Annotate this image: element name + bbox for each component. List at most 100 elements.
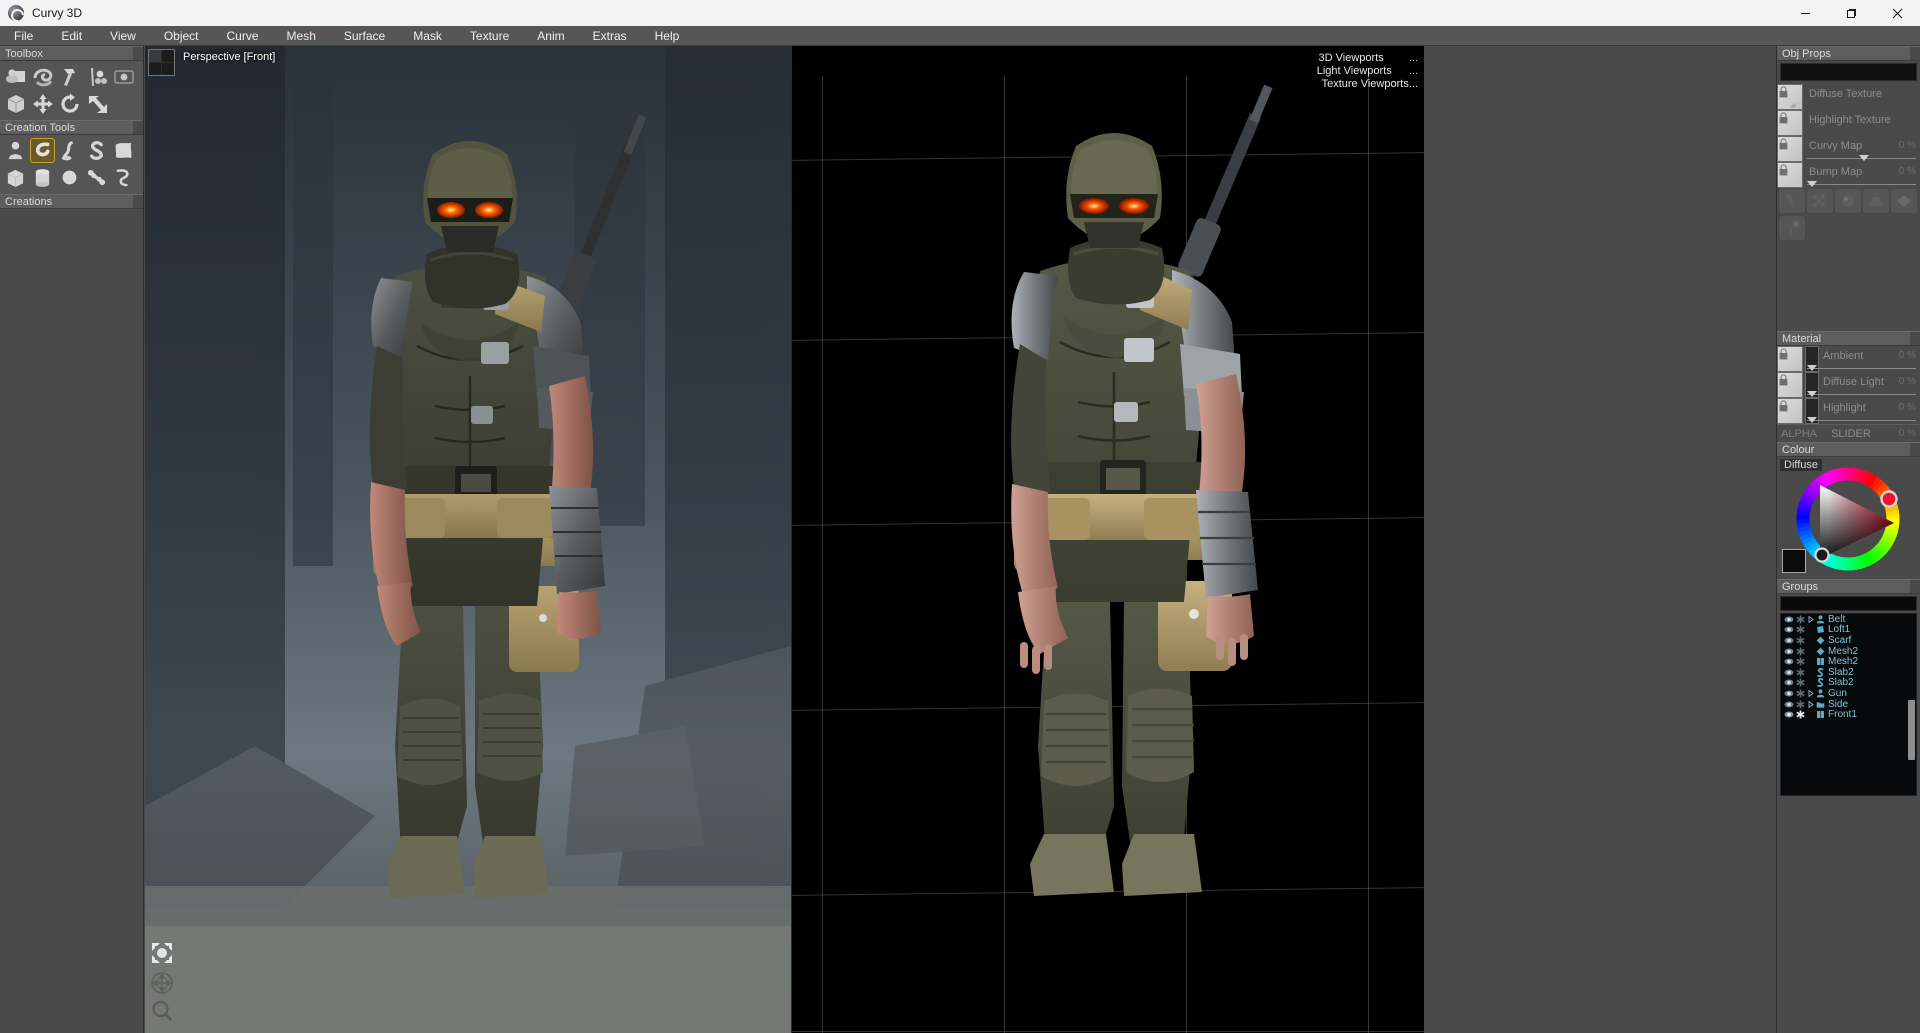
creation-tool-patch[interactable] [111,138,136,163]
creation-tool-sphere[interactable] [57,165,82,190]
highlight-swatch[interactable] [1777,398,1803,424]
lock-asterisk-icon[interactable] [1795,615,1806,624]
creation-tool-blob[interactable] [3,138,28,163]
material-row-highlight[interactable]: Highlight 0 % [1777,398,1920,424]
creation-tool-curve-sweep[interactable] [30,138,55,163]
visibility-eye-icon[interactable] [1783,658,1795,665]
material-header[interactable]: Material [1777,331,1920,346]
ambient-slider[interactable] [1807,365,1916,371]
menu-item-mask[interactable]: Mask [399,26,456,46]
toolbox-tool-rotate[interactable] [57,91,82,116]
ambient-swatch[interactable] [1777,346,1803,372]
close-button[interactable] [1874,0,1920,26]
lock-asterisk-icon[interactable] [1795,678,1806,687]
creation-tool-hook[interactable] [57,138,82,163]
group-row-mesh2-b[interactable]: Mesh2 [1781,656,1916,667]
toolbox-tool-build[interactable] [57,64,82,89]
curvy-map-slider[interactable] [1807,155,1916,161]
group-row-side[interactable]: Side [1781,699,1916,710]
visibility-eye-icon[interactable] [1783,648,1795,655]
creation-tool-ribbon[interactable] [111,165,136,190]
menu-item-object[interactable]: Object [150,26,213,46]
toolbox-tool-joints[interactable] [84,64,109,89]
visibility-eye-icon[interactable] [1783,616,1795,623]
group-row-loft1[interactable]: Loft1 [1781,624,1916,635]
colour-current-swatch[interactable] [1782,549,1806,573]
viewport-perspective-front[interactable]: Perspective [Front] [145,46,791,1033]
menu-item-edit[interactable]: Edit [47,26,96,46]
groups-scrollbar[interactable] [1908,700,1915,760]
expand-triangle-icon[interactable] [1806,689,1815,697]
viewport-menu-3d-viewports[interactable]: 3D Viewports ... [1319,52,1418,64]
expand-triangle-icon[interactable] [1806,700,1815,708]
maximize-button[interactable] [1828,0,1874,26]
groups-header[interactable]: Groups [1777,579,1920,594]
bump-map-swatch[interactable] [1777,162,1803,188]
visibility-eye-icon[interactable] [1783,669,1795,676]
lock-asterisk-icon[interactable] [1795,625,1806,634]
lock-asterisk-icon[interactable] [1795,647,1806,656]
obj-props-row-diffuse-texture[interactable]: Diffuse Texture [1777,84,1920,110]
menu-item-texture[interactable]: Texture [456,26,523,46]
lock-asterisk-icon[interactable] [1795,700,1806,709]
obj-props-header[interactable]: Obj Props [1777,46,1920,61]
texture-button-checker[interactable] [1807,189,1833,213]
diffuse-light-slider[interactable] [1807,391,1916,397]
group-row-gun[interactable]: Gun [1781,688,1916,699]
minimize-button[interactable] [1782,0,1828,26]
bump-map-slider[interactable] [1807,181,1916,187]
alpha-row[interactable]: ALPHA SLIDER 0 % [1777,424,1920,442]
creation-tool-slab[interactable] [84,138,109,163]
obj-props-name-field[interactable] [1780,63,1917,81]
menu-item-extras[interactable]: Extras [579,26,641,46]
highlight-texture-swatch[interactable] [1777,110,1803,136]
menu-item-anim[interactable]: Anim [523,26,578,46]
material-row-diffuse-light[interactable]: Diffuse Light 0 % [1777,372,1920,398]
obj-props-row-highlight-texture[interactable]: Highlight Texture [1777,110,1920,136]
creations-header[interactable]: Creations [0,194,143,209]
menu-item-surface[interactable]: Surface [330,26,399,46]
curvy-map-swatch[interactable] [1777,136,1803,162]
material-row-ambient[interactable]: Ambient 0 % [1777,346,1920,372]
lock-asterisk-icon[interactable] [1795,668,1806,677]
obj-props-row-bump-map[interactable]: Bump Map 0 % [1777,162,1920,188]
toolbox-tool-primitives[interactable] [3,64,28,89]
viewport-zoom-button[interactable] [148,997,176,1025]
toolbox-tool-image-plane[interactable] [111,64,136,89]
toolbox-tool-move[interactable] [30,91,55,116]
menu-item-mesh[interactable]: Mesh [273,26,330,46]
groups-search-input[interactable] [1780,596,1917,611]
creation-tool-bone[interactable] [84,165,109,190]
viewport-orbit-button[interactable] [148,969,176,997]
lock-asterisk-icon[interactable] [1795,710,1806,719]
diffuse-texture-swatch[interactable] [1777,84,1803,110]
diffuse-light-swatch[interactable] [1777,372,1803,398]
viewport-focus-button[interactable] [148,939,176,967]
visibility-eye-icon[interactable] [1783,690,1795,697]
texture-button-sphere-map[interactable] [1835,189,1861,213]
visibility-eye-icon[interactable] [1783,626,1795,633]
colour-header[interactable]: Colour [1777,442,1920,457]
expand-triangle-icon[interactable] [1806,615,1815,623]
menu-item-view[interactable]: View [96,26,150,46]
toolbox-tool-scale[interactable] [84,91,109,116]
group-row-slab2-b[interactable]: Slab2 [1781,677,1916,688]
texture-button-diamond[interactable] [1891,189,1917,213]
texture-button-shine[interactable] [1779,189,1805,213]
visibility-eye-icon[interactable] [1783,637,1795,644]
viewport-layout-icon[interactable] [148,49,175,76]
texture-button-fill[interactable] [1779,216,1805,240]
group-row-front1[interactable]: Front1 [1781,709,1916,720]
group-row-belt[interactable]: Belt [1781,614,1916,625]
texture-button-gradient[interactable] [1863,189,1889,213]
visibility-eye-icon[interactable] [1783,679,1795,686]
group-row-slab2-a[interactable]: Slab2 [1781,667,1916,678]
group-row-scarf[interactable]: Scarf [1781,635,1916,646]
creation-tool-cube[interactable] [3,165,28,190]
viewport-3d[interactable]: 3D Viewports ... Light Viewports ... Tex… [791,46,1424,1033]
highlight-slider[interactable] [1807,417,1916,423]
colour-channel-label[interactable]: Diffuse [1780,459,1823,471]
lock-asterisk-icon[interactable] [1795,657,1806,666]
lock-asterisk-icon[interactable] [1795,689,1806,698]
menu-item-help[interactable]: Help [641,26,694,46]
